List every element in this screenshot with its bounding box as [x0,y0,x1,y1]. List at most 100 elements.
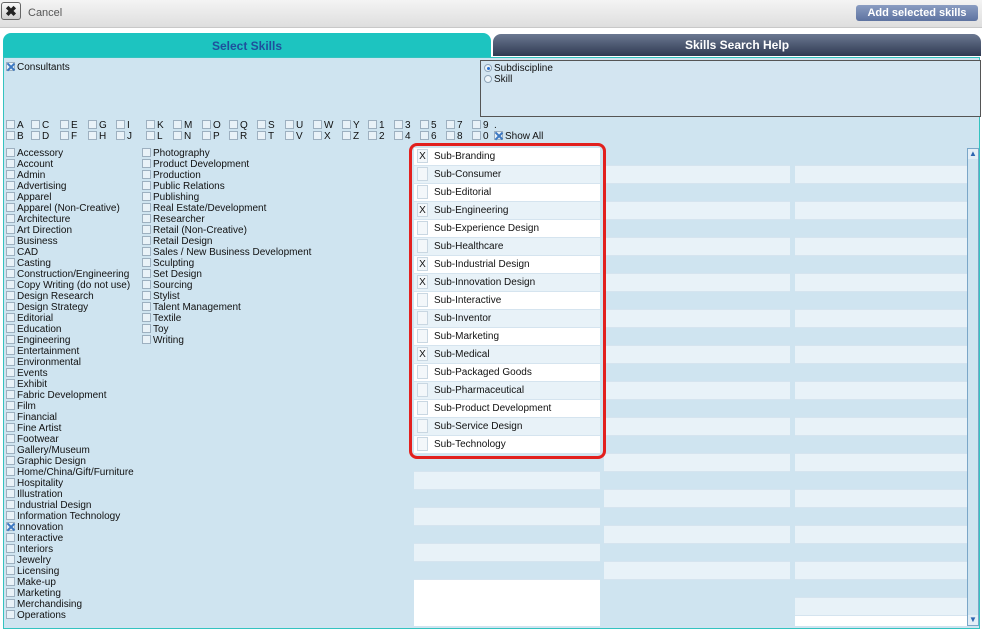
checkbox-icon[interactable] [6,335,15,344]
checkbox-icon[interactable] [31,120,40,129]
checkbox-icon[interactable] [6,544,15,553]
alphabet-filter-5[interactable]: 5 [420,120,437,131]
alphabet-filter-M[interactable]: M [173,120,192,131]
alphabet-filter-C[interactable]: C [31,120,49,131]
checkbox-icon[interactable] [142,159,151,168]
checkbox-icon[interactable] [142,148,151,157]
checkbox-icon[interactable] [6,566,15,575]
checkbox-icon[interactable] [472,131,481,140]
skill-item[interactable]: Illustration [6,489,134,500]
skill-item[interactable]: Public Relations [142,181,311,192]
checkbox-icon[interactable] [6,577,15,586]
skill-item[interactable]: Sculpting [142,258,311,269]
alphabet-filter-V[interactable]: V [285,131,303,142]
skill-item[interactable]: Writing [142,335,311,346]
checkbox-icon[interactable] [6,610,15,619]
checkbox-icon[interactable] [6,269,15,278]
alphabet-filter-W[interactable]: W [313,120,333,131]
checkbox-icon[interactable] [6,588,15,597]
skill-item[interactable]: Production [142,170,311,181]
checkbox-icon[interactable] [6,412,15,421]
checkbox-icon[interactable] [142,269,151,278]
checkbox-icon[interactable] [6,247,15,256]
alphabet-filter-I[interactable]: I [116,120,130,131]
checkbox-icon[interactable] [6,533,15,542]
alphabet-filter-F[interactable]: F [60,131,77,142]
skill-item[interactable]: Retail Design [142,236,311,247]
alphabet-filter-E[interactable]: E [60,120,78,131]
checkbox-icon[interactable] [6,522,15,531]
checkbox-icon[interactable] [142,291,151,300]
checkbox-icon[interactable] [6,203,15,212]
checkbox-icon[interactable] [6,192,15,201]
skill-item[interactable]: Talent Management [142,302,311,313]
consultants-checkbox[interactable]: Consultants [6,62,70,73]
checkbox-icon[interactable] [173,131,182,140]
skill-item[interactable]: Merchandising [6,599,134,610]
checkbox-icon[interactable] [142,247,151,256]
alphabet-filter-N[interactable]: N [173,131,191,142]
skill-item[interactable]: Photography [142,148,311,159]
alphabet-filter-D[interactable]: D [31,131,49,142]
checkbox-icon[interactable] [313,120,322,129]
skill-item[interactable]: Sourcing [142,280,311,291]
skill-item[interactable]: Exhibit [6,379,134,390]
checkbox-icon[interactable] [60,120,69,129]
checkbox-icon[interactable] [313,131,322,140]
checkbox-icon[interactable] [6,313,15,322]
skill-item[interactable]: Information Technology [6,511,134,522]
checkbox-icon[interactable] [142,225,151,234]
checkbox-icon[interactable] [6,478,15,487]
checkbox-icon[interactable] [446,131,455,140]
skill-item[interactable]: Textile [142,313,311,324]
checkbox-icon[interactable] [6,423,15,432]
skill-item[interactable]: Retail (Non-Creative) [142,225,311,236]
skill-item[interactable]: Operations [6,610,134,621]
checkbox-icon[interactable] [6,214,15,223]
radio-skill[interactable]: Skill [484,74,512,85]
alphabet-filter-4[interactable]: 4 [394,131,411,142]
checkbox-icon[interactable] [6,148,15,157]
checkbox-icon[interactable] [142,181,151,190]
alphabet-filter-Q[interactable]: Q [229,120,248,131]
skill-item[interactable]: Apparel [6,192,134,203]
skill-item[interactable]: Fine Artist [6,423,134,434]
checkbox-icon[interactable] [6,181,15,190]
checkbox-icon[interactable] [6,131,15,140]
checkbox-icon[interactable] [6,368,15,377]
checkbox-icon[interactable] [420,131,429,140]
alphabet-filter-R[interactable]: R [229,131,247,142]
skill-item[interactable]: Account [6,159,134,170]
checkbox-icon[interactable] [6,62,15,71]
radio-subdiscipline[interactable]: Subdiscipline [484,63,553,74]
skill-item[interactable]: Casting [6,258,134,269]
checkbox-icon[interactable] [6,159,15,168]
skill-item[interactable]: Graphic Design [6,456,134,467]
checkbox-icon[interactable] [6,500,15,509]
checkbox-icon[interactable] [142,324,151,333]
skill-item[interactable]: Editorial [6,313,134,324]
alphabet-filter-Z[interactable]: Z [342,131,359,142]
alphabet-filter-X[interactable]: X [313,131,331,142]
skill-item[interactable]: Engineering [6,335,134,346]
alphabet-filter-.[interactable]: . [494,120,497,131]
checkbox-icon[interactable] [142,214,151,223]
checkbox-icon[interactable] [6,357,15,366]
skill-item[interactable]: Interiors [6,544,134,555]
checkbox-icon[interactable] [88,131,97,140]
checkbox-icon[interactable] [6,445,15,454]
radio-icon[interactable] [484,75,492,83]
checkbox-icon[interactable] [285,131,294,140]
skill-item[interactable]: Film [6,401,134,412]
checkbox-icon[interactable] [202,131,211,140]
tab-select-skills[interactable]: Select Skills [3,33,491,57]
skill-item[interactable]: Accessory [6,148,134,159]
skill-item[interactable]: Events [6,368,134,379]
skill-item[interactable]: CAD [6,247,134,258]
alphabet-filter-B[interactable]: B [6,131,24,142]
checkbox-icon[interactable] [142,335,151,344]
skill-item[interactable]: Education [6,324,134,335]
checkbox-icon[interactable] [142,313,151,322]
checkbox-icon[interactable] [146,131,155,140]
alphabet-filter-K[interactable]: K [146,120,164,131]
